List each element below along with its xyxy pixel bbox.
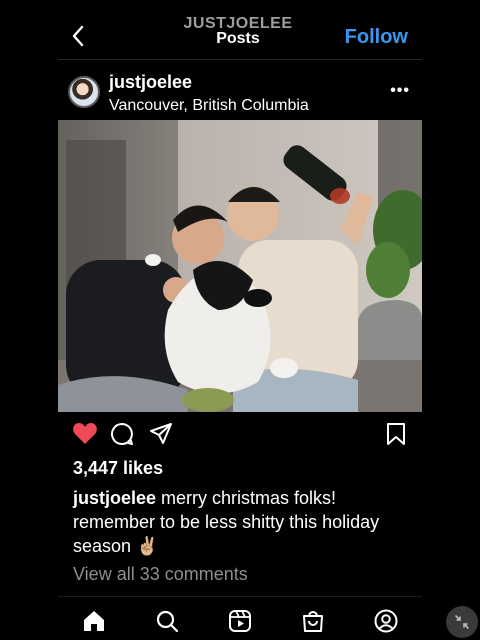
more-options-icon[interactable]: ••• bbox=[390, 82, 410, 100]
bookmark-icon[interactable] bbox=[386, 422, 406, 451]
follow-button[interactable]: Follow bbox=[345, 26, 408, 49]
post-header: justjoelee Vancouver, British Columbia •… bbox=[58, 62, 422, 118]
section-title: Posts bbox=[216, 30, 260, 47]
action-bar bbox=[58, 420, 422, 448]
page-title: JUSTJOELEE Posts bbox=[168, 15, 308, 47]
reels-icon[interactable] bbox=[226, 607, 254, 635]
post-image[interactable] bbox=[58, 120, 422, 412]
top-bar: JUSTJOELEE Posts Follow bbox=[58, 0, 422, 60]
likes-count[interactable]: 3,447 likes bbox=[73, 458, 163, 479]
collapse-icon[interactable] bbox=[446, 606, 478, 638]
shop-icon[interactable] bbox=[299, 607, 327, 635]
chevron-left-icon[interactable] bbox=[68, 22, 88, 50]
profile-username-title: JUSTJOELEE bbox=[183, 15, 293, 32]
share-icon[interactable] bbox=[149, 422, 173, 451]
comment-icon[interactable] bbox=[110, 422, 134, 451]
profile-icon[interactable] bbox=[372, 607, 400, 635]
view-comments-link[interactable]: View all 33 comments bbox=[73, 564, 248, 585]
heart-icon[interactable] bbox=[72, 422, 98, 451]
post-location[interactable]: Vancouver, British Columbia bbox=[109, 97, 309, 115]
bottom-tab-bar bbox=[58, 596, 422, 640]
post-username[interactable]: justjoelee bbox=[109, 72, 192, 93]
post-screen: JUSTJOELEE Posts Follow justjoelee Vanco… bbox=[58, 0, 422, 640]
avatar[interactable] bbox=[68, 76, 100, 108]
home-icon[interactable] bbox=[80, 607, 108, 635]
post-caption: justjoelee merry christmas folks! rememb… bbox=[73, 486, 413, 558]
caption-username[interactable]: justjoelee bbox=[73, 488, 156, 508]
search-icon[interactable] bbox=[153, 607, 181, 635]
